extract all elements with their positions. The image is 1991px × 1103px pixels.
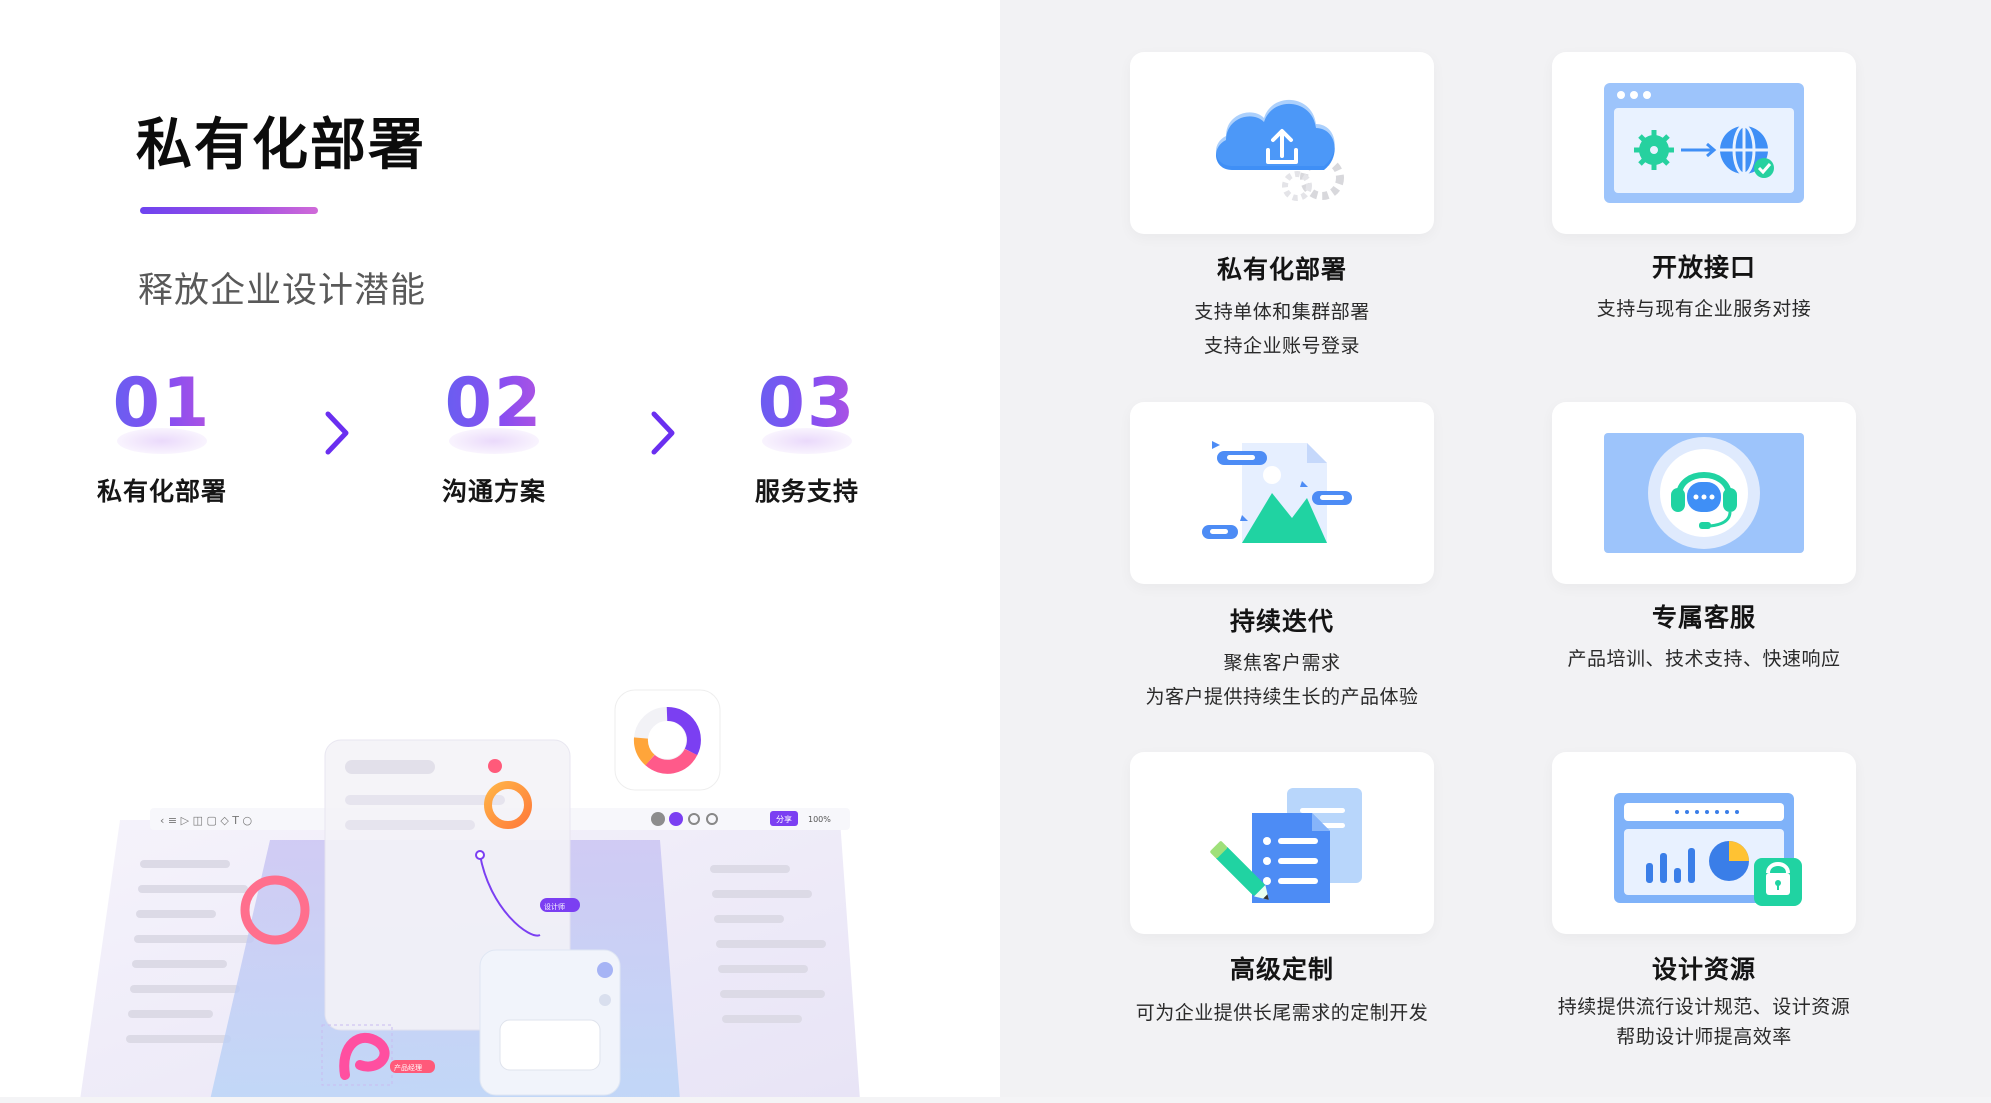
feature-title: 持续迭代 [1229,607,1334,636]
custom-document-icon [1210,788,1362,903]
feature-desc: 可为企业提供长尾需求的定制开发 [1135,1002,1429,1024]
feature-title: 私有化部署 [1216,255,1347,284]
step-label: 沟通方案 [441,477,546,506]
step-1: 01 私有化部署 [62,370,262,508]
step-3: 03 服务支持 [707,370,907,508]
feature-card-custom [1130,752,1434,934]
bottom-divider [0,1097,1991,1103]
right-panel: 私有化部署 支持单体和集群部署 支持企业账号登录 开放接口 支持与现有企业服务对… [1000,0,1991,1103]
chevron-right-icon [648,408,678,458]
feature-desc: 聚焦客户需求 [1223,652,1341,674]
step-number: 01 [62,370,262,438]
feature-title: 专属客服 [1651,603,1756,632]
api-connect-icon [1604,83,1804,203]
design-resource-icon [1614,793,1802,906]
step-number: 03 [707,370,907,438]
step-label: 服务支持 [754,477,859,506]
feature-card-open-api [1552,52,1856,234]
title-underline [140,207,318,214]
page-subtitle: 释放企业设计潜能 [138,271,427,311]
page-title: 私有化部署 [136,113,426,178]
step-label: 私有化部署 [96,477,227,506]
feature-card-iteration [1130,402,1434,584]
svg-text:设计师: 设计师 [544,902,565,911]
feature-card-design-resources [1552,752,1856,934]
svg-text:分享: 分享 [776,814,792,824]
feature-desc: 帮助设计师提高效率 [1616,1026,1792,1048]
feature-card-private-deploy [1130,52,1434,234]
feature-card-support [1552,402,1856,584]
feature-desc: 支持单体和集群部署 [1194,301,1370,323]
svg-text:100%: 100% [808,815,831,824]
chevron-right-icon [322,408,352,458]
feature-desc: 为客户提供持续生长的产品体验 [1145,686,1419,708]
svg-text:‹ ≡ ▷ ◫ ▢ ◇ T ○: ‹ ≡ ▷ ◫ ▢ ◇ T ○ [160,814,252,827]
feature-title: 开放接口 [1651,253,1756,282]
feature-desc: 持续提供流行设计规范、设计资源 [1557,996,1851,1018]
left-panel: 私有化部署 释放企业设计潜能 01 私有化部署 02 沟通方案 03 服务支持 [0,0,1000,1103]
cloud-upload-icon [1215,99,1344,201]
step-2: 02 沟通方案 [394,370,594,508]
step-number: 02 [394,370,594,438]
feature-title: 高级定制 [1229,955,1334,984]
feature-title: 设计资源 [1651,955,1756,984]
feature-desc: 产品培训、技术支持、快速响应 [1567,648,1841,670]
feature-desc: 支持企业账号登录 [1203,335,1360,357]
feature-desc: 支持与现有企业服务对接 [1596,298,1812,320]
headset-support-icon [1604,433,1804,553]
design-tool-illustration: ‹ ≡ ▷ ◫ ▢ ◇ T ○ 分享 100% 设计师 产品经理 [60,680,900,1100]
svg-text:产品经理: 产品经理 [394,1063,422,1072]
image-document-icon [1202,441,1352,543]
